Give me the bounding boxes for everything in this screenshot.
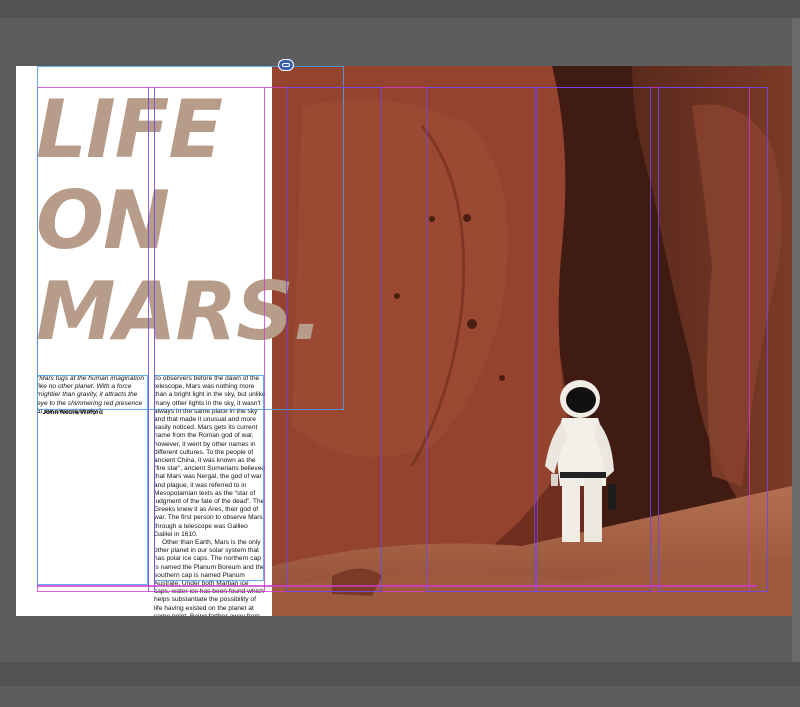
magazine-spread[interactable]: LIFE ON MARS. “Mars tugs at the human im…: [16, 66, 792, 616]
photo-column-guide: [286, 87, 382, 592]
photo-column-guide: [534, 87, 651, 592]
body-column-frame[interactable]: [154, 375, 264, 581]
bottom-margin-line: [37, 585, 757, 587]
quote-text-frame[interactable]: [37, 375, 148, 585]
column-guide: [148, 87, 149, 592]
photo-column-guide: [658, 87, 768, 592]
column-guide: [154, 87, 155, 592]
margin-guide-line: [264, 87, 265, 592]
top-ruler-band: [0, 0, 800, 18]
link-icon[interactable]: [278, 59, 294, 71]
photo-column-guide: [426, 87, 538, 592]
bottom-status-band: [0, 662, 800, 686]
right-scroll-track[interactable]: [792, 18, 800, 662]
